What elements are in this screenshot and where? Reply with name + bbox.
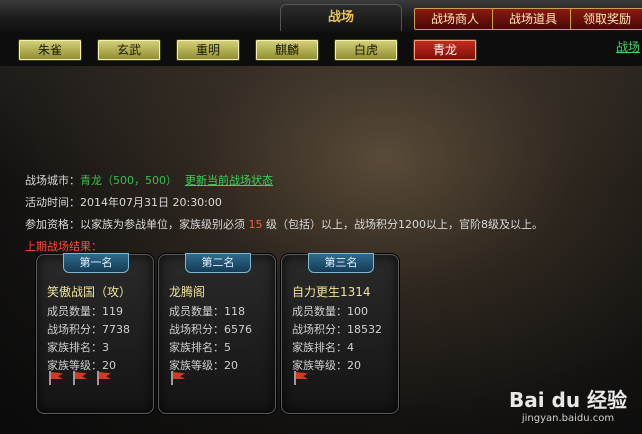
battle-side-link[interactable]: 战场 <box>616 38 640 55</box>
battle-items-button[interactable]: 战场道具 <box>492 8 574 30</box>
rank-badge: 第一名 <box>63 253 129 273</box>
update-status-link[interactable]: 更新当前战场状态 <box>185 174 273 187</box>
battle-scene: 战场城市：青龙（500，500） 更新当前战场状态 活动时间：2014年07月31… <box>0 66 642 434</box>
scene-background <box>0 66 642 186</box>
results-label: 上期战场结果： <box>25 240 102 253</box>
tab-zhuque[interactable]: 朱雀 <box>18 39 82 61</box>
qualification-line: 参加资格：以家族为参战单位，家族级别必须 15 级（包括）以上，战场积分1200… <box>25 216 543 232</box>
flags <box>47 371 119 388</box>
top-bar: 战场 战场商人 战场道具 领取奖励 <box>0 0 642 33</box>
qualification-level: 15 <box>248 218 263 231</box>
city-line: 战场城市：青龙（500，500） 更新当前战场状态 <box>25 172 273 188</box>
battle-points: 战场积分：7738 <box>47 323 130 336</box>
flag-icon <box>95 371 113 385</box>
flags <box>292 371 316 388</box>
rank-badge: 第三名 <box>308 253 374 273</box>
city-value: 青龙（500，500） <box>80 174 177 187</box>
tab-qinglong[interactable]: 青龙 <box>413 39 477 61</box>
qualification-text-b: 级（包括）以上，战场积分1200以上，官阶8级及以上。 <box>266 218 543 231</box>
baidu-logo: Bai du 经验 <box>508 388 628 412</box>
family-rank: 家族排名：4 <box>292 341 354 354</box>
battle-points: 战场积分：6576 <box>169 323 252 336</box>
member-count: 成员数量：100 <box>292 305 368 318</box>
family-name: 笑傲战国（攻） <box>47 285 132 299</box>
flag-icon <box>47 371 65 385</box>
family-rank: 家族排名：5 <box>169 341 231 354</box>
rank-badge: 第二名 <box>185 253 251 273</box>
time-label: 活动时间： <box>25 196 80 209</box>
flag-icon <box>71 371 89 385</box>
flag-icon <box>169 371 187 385</box>
qualification-text-a: 以家族为参战单位，家族级别必须 <box>80 218 245 231</box>
battle-points: 战场积分：18532 <box>292 323 382 336</box>
tab-baihu[interactable]: 白虎 <box>334 39 398 61</box>
flags <box>169 371 193 388</box>
claim-rewards-button[interactable]: 领取奖励 <box>570 8 642 30</box>
watermark-url: jingyan.baidu.com <box>521 413 615 424</box>
time-value: 2014年07月31日 20:30:00 <box>80 196 222 209</box>
family-name: 自力更生1314 <box>292 285 371 299</box>
family-name: 龙腾阁 <box>169 285 206 299</box>
result-card-2: 第二名 龙腾阁 成员数量：118 战场积分：6576 家族排名：5 家族等级：2… <box>158 253 276 414</box>
baidu-watermark: Bai du 经验 jingyan.baidu.com <box>508 384 628 424</box>
faction-tabs: 朱雀 玄武 重明 麒麟 白虎 青龙 战场 <box>0 32 642 66</box>
flag-icon <box>292 371 310 385</box>
tab-xuanwu[interactable]: 玄武 <box>97 39 161 61</box>
time-line: 活动时间：2014年07月31日 20:30:00 <box>25 194 222 210</box>
result-card-3: 第三名 自力更生1314 成员数量：100 战场积分：18532 家族排名：4 … <box>281 253 399 414</box>
city-label: 战场城市： <box>25 174 80 187</box>
member-count: 成员数量：118 <box>169 305 245 318</box>
qualification-label: 参加资格： <box>25 218 80 231</box>
tab-chongming[interactable]: 重明 <box>176 39 240 61</box>
family-rank: 家族排名：3 <box>47 341 109 354</box>
tab-qilin[interactable]: 麒麟 <box>255 39 319 61</box>
member-count: 成员数量：119 <box>47 305 123 318</box>
result-card-1: 第一名 笑傲战国（攻） 成员数量：119 战场积分：7738 家族排名：3 家族… <box>36 253 154 414</box>
battle-merchant-button[interactable]: 战场商人 <box>414 8 496 30</box>
window-title: 战场 <box>280 4 402 31</box>
